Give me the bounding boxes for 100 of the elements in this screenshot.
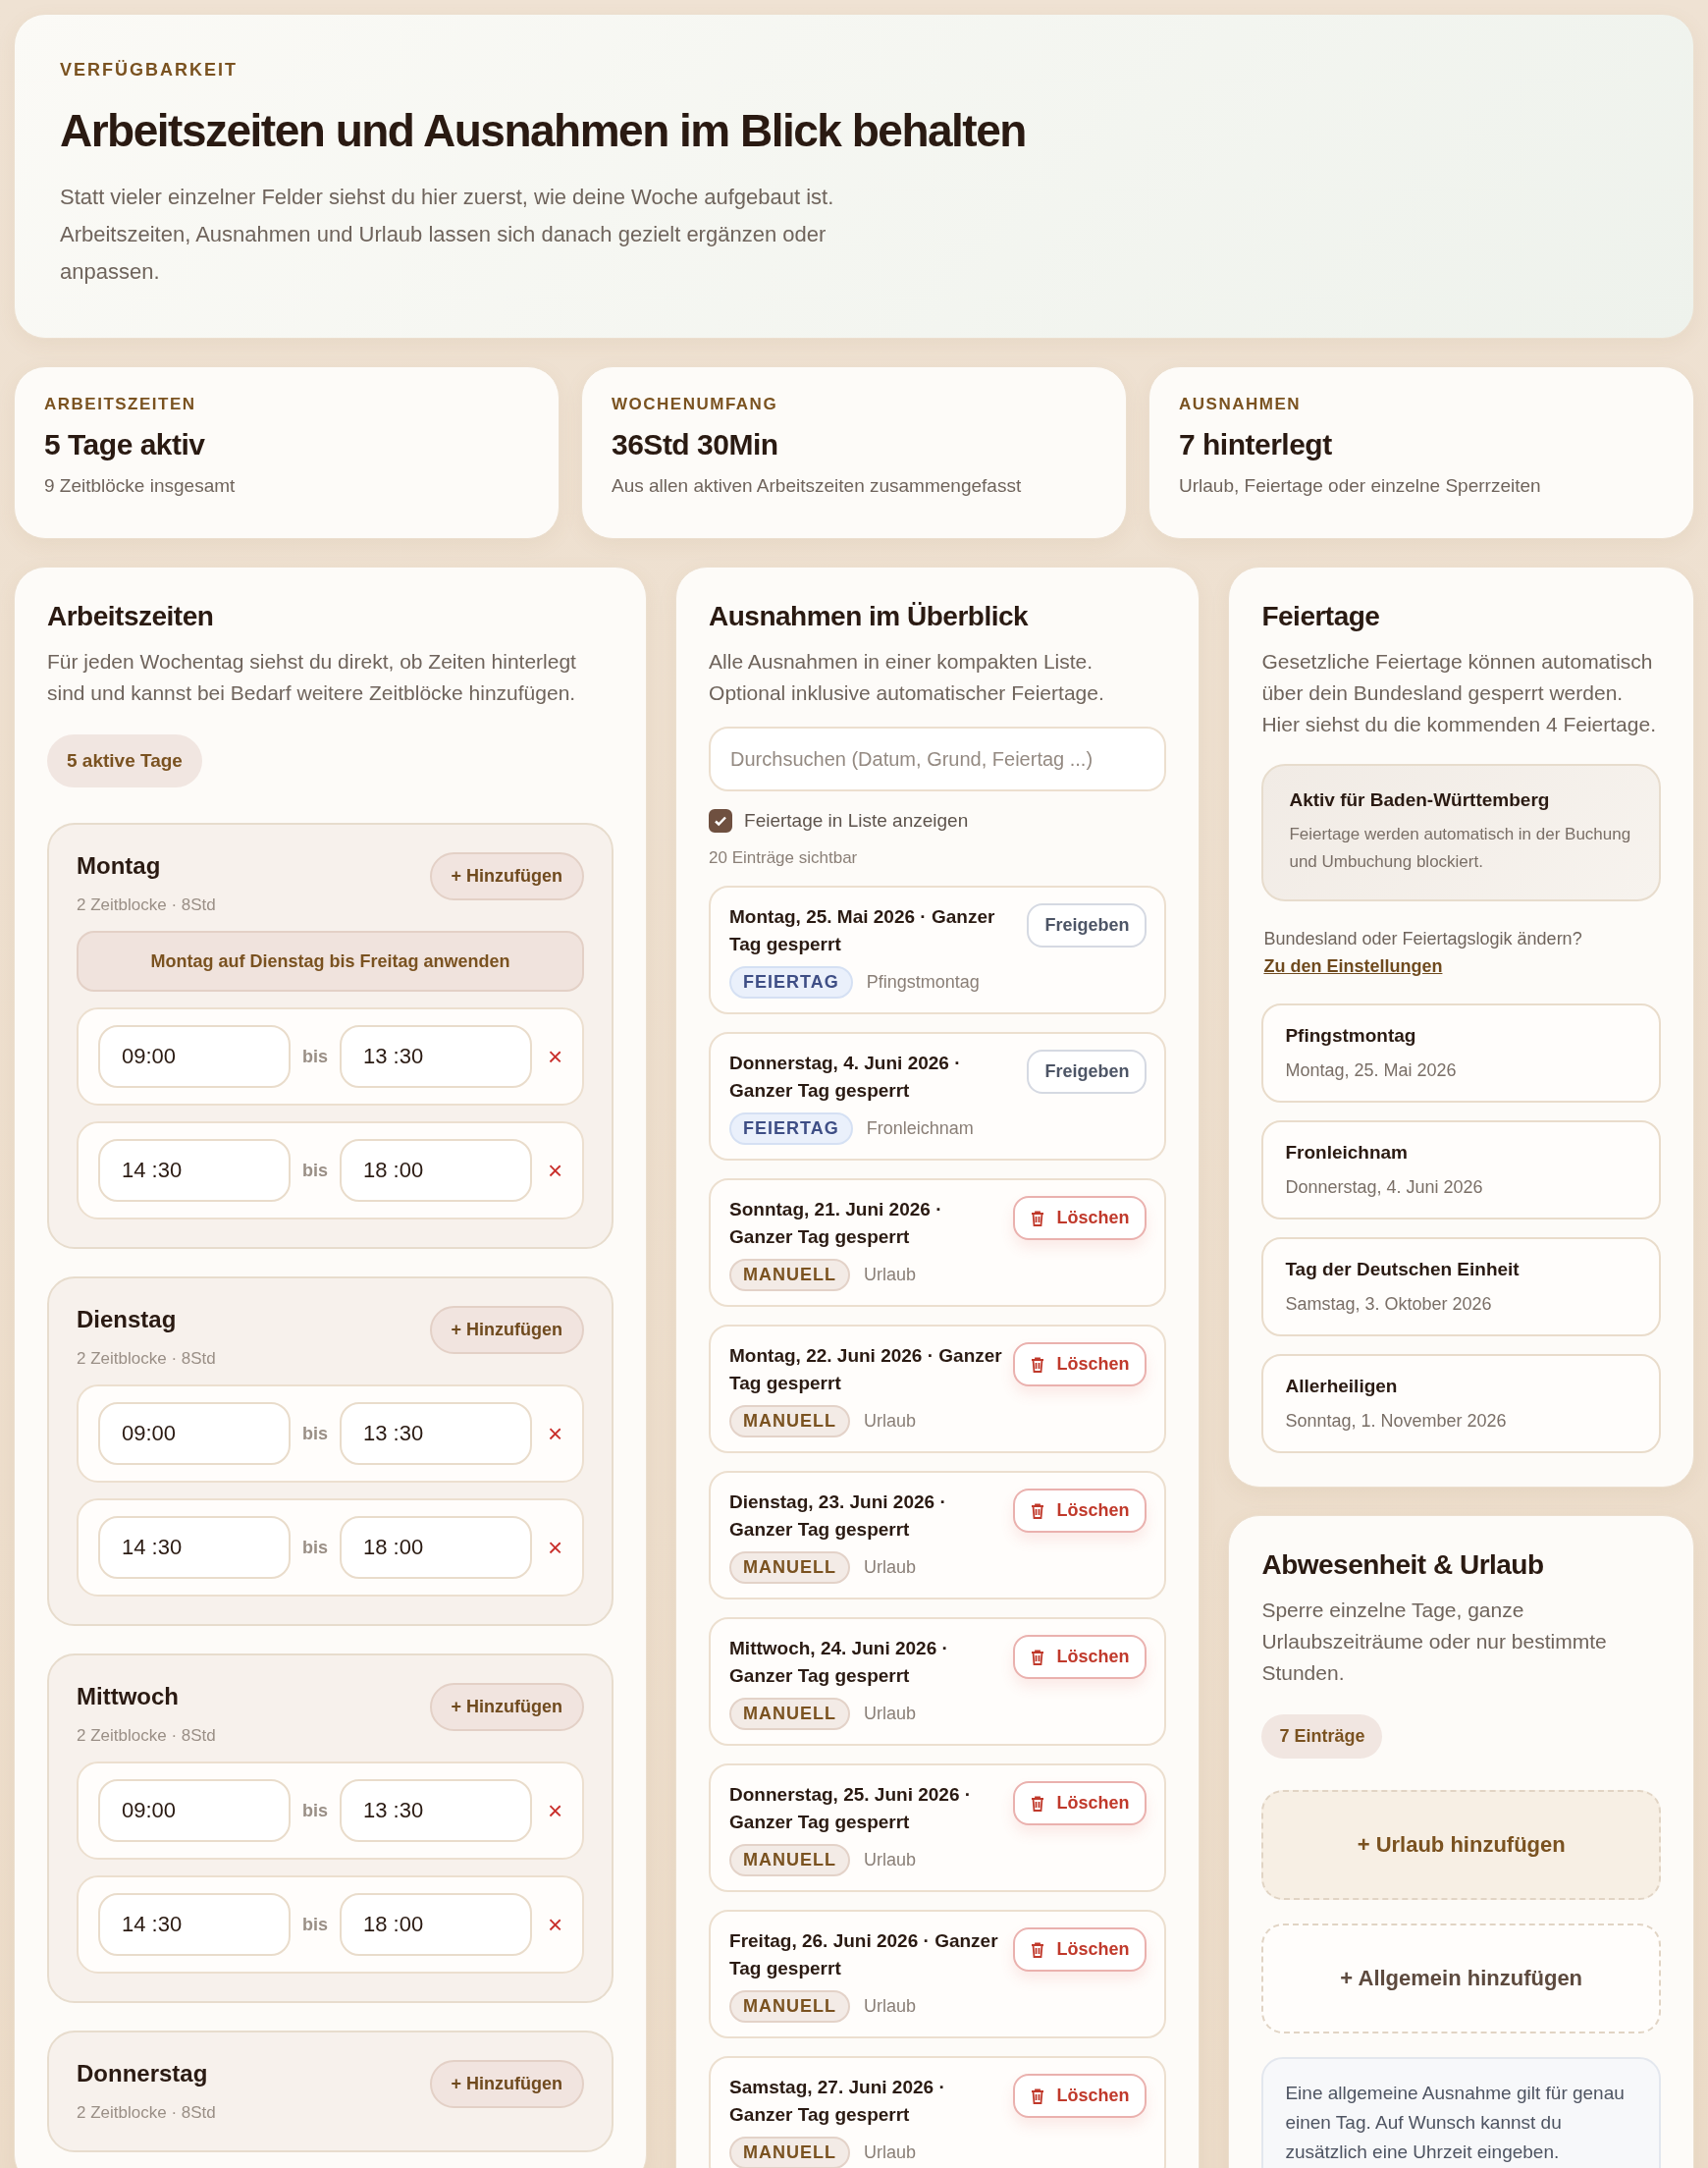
time-field[interactable]: 09:00 [98,1779,291,1842]
time-field[interactable]: 18 :00 [340,1139,532,1202]
time-field[interactable]: 13 :30 [340,1779,532,1842]
panel-title: Feiertage [1261,601,1381,632]
time-field[interactable]: 13 :30 [340,1402,532,1465]
trash-icon [1031,1795,1045,1812]
holiday-date: Donnerstag, 4. Juni 2026 [1285,1177,1484,1198]
time-field[interactable]: 18 :00 [340,1893,532,1956]
day-summary: 2 Zeitblocke · 8Std [77,2103,216,2123]
stat-value: 7 hinterlegt [1179,428,1333,461]
time-field[interactable]: 18 :00 [340,1516,532,1579]
day-name: Mittwoch [77,1683,180,1710]
count-pill: 7 Einträge [1261,1714,1383,1759]
trash-icon [1031,2087,1045,2104]
type-badge: MANUELL [729,1405,851,1437]
exception-title: Dienstag, 23. Juni 2026 · Ganzer Tag gesperrt [729,1490,947,1542]
exception-reason: Urlaub [864,2142,917,2163]
exception-reason: Fronleichnam [866,1118,974,1139]
type-badge: MANUELL [729,2137,851,2168]
remove-button[interactable]: × [544,1795,567,1826]
remove-button[interactable]: × [544,1155,567,1186]
holiday-date: Samstag, 3. Oktober 2026 [1285,1294,1493,1315]
exception-reason: Urlaub [864,1557,917,1578]
apply-button[interactable]: Montag auf Dienstag bis Freitag anwenden [77,931,585,992]
exception-reason: Urlaub [864,1996,917,2017]
settings-link[interactable]: Zu den Einstellungen [1263,956,1443,976]
delete-button[interactable]: Löschen [1013,1927,1148,1972]
day-name: Donnerstag [77,2060,209,2087]
remove-button[interactable]: × [544,1909,567,1940]
delete-button[interactable]: Löschen [1013,1196,1148,1240]
trash-icon [1031,1649,1045,1665]
time-field[interactable]: 14 :30 [98,1516,291,1579]
exception-title: Donnerstag, 4. Juni 2026 · Ganzer Tag gesperrt [729,1052,962,1103]
delete-button[interactable]: Löschen [1013,1489,1148,1533]
separator-label: bis [302,1914,328,1935]
search-field[interactable]: Durchsuchen (Datum, Grund, Feiertag ...) [709,727,1167,791]
day-name: Dienstag [77,1306,178,1333]
stat-label: ARBEITSZEITEN [44,395,197,414]
panel-title: Abwesenheit & Urlaub [1261,1549,1545,1581]
separator-label: bis [302,1800,328,1821]
stat-value: 5 Tage aktiv [44,428,206,461]
remove-button[interactable]: × [544,1418,567,1449]
type-badge: MANUELL [729,1990,851,2023]
trash-icon [1031,1502,1045,1519]
add-button[interactable]: + Hinzufügen [429,1306,585,1354]
add-vacation-button[interactable]: + Urlaub hinzufügen [1261,1790,1661,1900]
page-description: Statt vieler einzelner Felder siehst du hier zuerst, wie deine Woche aufgebaut ist. Arbeitszeiten, Ausnahmen und Urlaub lassen sich danach gezielt ergänzen oder anpassen. [60,184,835,286]
stat-label: AUSNAHMEN [1179,395,1302,414]
panel-title: Ausnahmen im Überblick [709,601,1030,632]
release-button[interactable]: Freigeben [1027,903,1148,948]
time-field[interactable]: 14 :30 [98,1139,291,1202]
delete-button[interactable]: Löschen [1013,2074,1148,2118]
remove-button[interactable]: × [544,1532,567,1563]
trash-icon [1031,1210,1045,1226]
panel-description: Gesetzliche Feiertage können automatisch über dein Bundesland gesperrt werden. Hier siehst du die kommenden 4 Feiertage. [1261,649,1657,737]
exception-title: Donnerstag, 25. Juni 2026 · Ganzer Tag gesperrt [729,1783,973,1834]
trash-icon [1031,1356,1045,1373]
separator-label: bis [302,1423,328,1444]
separator-label: bis [302,1046,328,1067]
stat-note: Urlaub, Feiertage oder einzelne Sperrzeiten [1179,475,1542,497]
add-button[interactable]: + Hinzufügen [429,852,585,900]
notice-title: Aktiv für Baden-Württemberg [1289,789,1551,811]
exception-title: Montag, 25. Mai 2026 · Ganzer Tag gesperrt [729,905,996,956]
add-button[interactable]: + Hinzufügen [429,2060,585,2108]
exception-title: Mittwoch, 24. Juni 2026 · Ganzer Tag gesperrt [729,1637,949,1688]
separator-label: bis [302,1160,328,1181]
type-badge: MANUELL [729,1698,851,1730]
day-name: Montag [77,852,162,880]
add-general-button[interactable]: + Allgemein hinzufügen [1261,1924,1661,2033]
type-badge: MANUELL [729,1259,851,1291]
add-button[interactable]: + Hinzufügen [429,1683,585,1731]
exception-title: Sonntag, 21. Juni 2026 · Ganzer Tag gesperrt [729,1198,943,1249]
panel-title: Arbeitszeiten [47,601,215,632]
panel-description: Für jeden Wochentag siehst du direkt, ob Zeiten hinterlegt sind und kannst bei Bedarf weitere Zeitblöcke hinzufügen. [47,649,577,706]
checkbox[interactable] [709,809,733,833]
panel-description: Alle Ausnahmen in einer kompakten Liste. Optional inklusive automatischer Feiertage. [709,649,1105,706]
panel-description: Sperre einzelne Tage, ganze Urlaubszeiträume oder nur bestimmte Stunden. [1261,1598,1608,1686]
type-badge: MANUELL [729,1844,851,1876]
time-field[interactable]: 13 :30 [340,1025,532,1088]
delete-button[interactable]: Löschen [1013,1342,1148,1386]
release-button[interactable]: Freigeben [1027,1050,1148,1094]
holiday-name: Allerheiligen [1285,1376,1399,1397]
time-field[interactable]: 14 :30 [98,1893,291,1956]
type-badge: FEIERTAG [729,966,853,999]
exception-title: Freitag, 26. Juni 2026 · Ganzer Tag gesperrt [729,1929,999,1980]
exception-reason: Urlaub [864,1265,917,1285]
delete-button[interactable]: Löschen [1013,1781,1148,1825]
exception-reason: Urlaub [864,1411,917,1432]
time-field[interactable]: 09:00 [98,1402,291,1465]
exception-title: Montag, 22. Juni 2026 · Ganzer Tag gesperrt [729,1344,1003,1395]
delete-button[interactable]: Löschen [1013,1635,1148,1679]
exception-reason: Urlaub [864,1850,917,1870]
trash-icon [1031,1941,1045,1958]
time-field[interactable]: 09:00 [98,1025,291,1088]
holiday-name: Fronleichnam [1285,1142,1409,1164]
notice-text: Feiertage werden automatisch in der Buchung und Umbuchung blockiert. [1289,824,1632,873]
exception-title: Samstag, 27. Juni 2026 · Ganzer Tag gesperrt [729,2076,946,2127]
holiday-date: Montag, 25. Mai 2026 [1285,1060,1458,1081]
exception-reason: Urlaub [864,1704,917,1724]
remove-button[interactable]: × [544,1041,567,1072]
